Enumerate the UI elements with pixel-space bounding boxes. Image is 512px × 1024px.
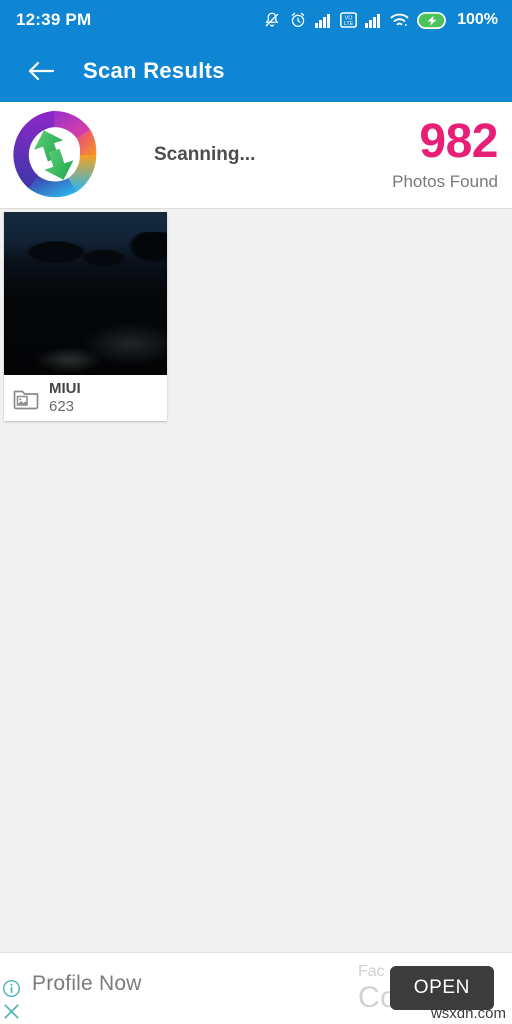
photo-count-value: 982 — [419, 115, 498, 168]
status-bar-icons: VO LTE 100% — [263, 11, 498, 29]
back-button[interactable] — [24, 54, 58, 88]
folder-card-meta: MIUI 623 — [4, 375, 167, 421]
wifi-icon — [390, 13, 409, 26]
recycle-swirl-logo — [6, 107, 102, 203]
scan-summary-bar: Scanning... 982 Photos Found — [0, 102, 512, 209]
ad-secondary-text-top: Fac — [358, 963, 385, 980]
signal-bars-icon — [315, 14, 331, 28]
volte-icon: VO LTE — [340, 12, 358, 28]
folder-image-icon — [13, 390, 39, 410]
phone-screen: 12:39 PM VO LTE 100% Scan Results Scanni… — [0, 0, 512, 1024]
ad-banner[interactable]: Profile Now Fac Co OPEN wsxdn.com — [0, 952, 512, 1024]
status-bar: 12:39 PM VO LTE 100% — [0, 0, 512, 40]
svg-text:LTE: LTE — [344, 21, 354, 27]
ad-controls — [2, 979, 24, 1021]
folder-grid: MIUI 623 — [0, 210, 512, 952]
signal-bars-2-icon — [365, 14, 381, 28]
battery-charging-icon — [417, 11, 446, 29]
status-bar-clock: 12:39 PM — [16, 10, 92, 29]
bell-muted-icon — [265, 12, 279, 27]
close-x-icon[interactable] — [2, 1002, 21, 1021]
page-title: Scan Results — [83, 58, 225, 83]
folder-name: MIUI — [49, 379, 81, 397]
ad-headline: Profile Now — [32, 972, 142, 995]
thumbnail-horizon — [4, 232, 167, 272]
watermark-label: wsxdn.com — [430, 1005, 506, 1022]
scan-status-text: Scanning... — [154, 144, 256, 165]
folder-thumbnail — [4, 212, 167, 375]
photo-count-block: 982 Photos Found — [392, 118, 498, 192]
folder-card[interactable]: MIUI 623 — [4, 212, 167, 421]
arrow-left-icon — [28, 61, 55, 81]
folder-item-count: 623 — [49, 397, 75, 415]
ad-open-button[interactable]: OPEN — [389, 966, 494, 1010]
folder-meta-text: MIUI 623 — [49, 380, 81, 417]
info-circle-icon[interactable] — [2, 979, 21, 998]
photo-count-label: Photos Found — [392, 172, 498, 191]
alarm-clock-icon — [291, 12, 305, 27]
battery-percent-label: 100% — [457, 11, 498, 28]
app-bar: Scan Results — [0, 40, 512, 102]
